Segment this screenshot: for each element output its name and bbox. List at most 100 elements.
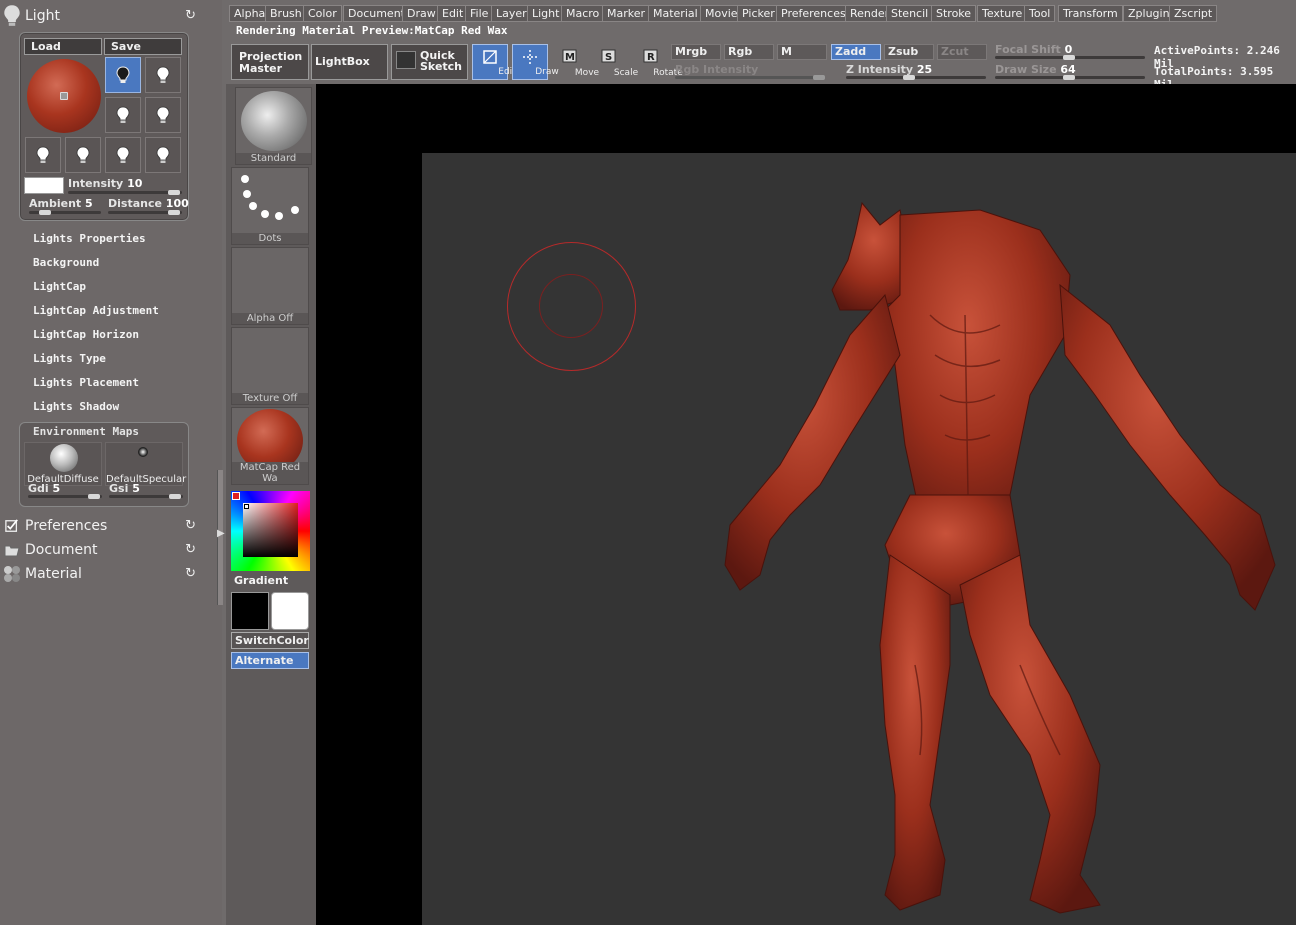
light-palette-header[interactable]: Light ↻ xyxy=(0,5,210,27)
z-intensity-knob[interactable] xyxy=(903,75,915,80)
menu-background[interactable]: Background xyxy=(33,256,99,269)
menu-tool[interactable]: Tool xyxy=(1024,5,1056,22)
menu-layer[interactable]: Layer xyxy=(491,5,532,22)
gsi-slider[interactable]: Gsi 5 xyxy=(109,482,140,495)
stroke-selector[interactable]: Dots xyxy=(231,167,309,245)
focal-shift-slider[interactable]: Focal Shift 0 xyxy=(995,43,1072,56)
mrgb-button[interactable]: Mrgb xyxy=(671,44,721,60)
default-diffuse-map[interactable]: DefaultDiffuse xyxy=(24,442,102,486)
menu-edit[interactable]: Edit xyxy=(437,5,469,22)
light-slot-1[interactable] xyxy=(105,57,141,93)
collapse-arrow-icon[interactable]: ▶ xyxy=(217,524,225,544)
brush-selector[interactable]: Standard xyxy=(235,87,312,165)
main-color-swatch[interactable] xyxy=(232,492,240,500)
light-slot-6[interactable] xyxy=(65,137,101,173)
ambient-knob[interactable] xyxy=(39,210,51,215)
intensity-slider[interactable]: Intensity 10 xyxy=(68,177,142,190)
rgb-intensity-track[interactable] xyxy=(675,75,825,80)
menu-macro[interactable]: Macro xyxy=(561,5,605,22)
rgb-intensity-knob[interactable] xyxy=(813,75,825,80)
edit-mode-button[interactable]: Edit xyxy=(472,44,516,80)
ambient-track[interactable] xyxy=(29,210,101,215)
texture-selector[interactable]: Texture Off xyxy=(231,327,309,405)
material-selector[interactable]: MatCap Red Wa xyxy=(231,407,309,485)
light-slot-8[interactable] xyxy=(145,137,181,173)
menu-lightcap-adjustment[interactable]: LightCap Adjustment xyxy=(33,304,159,317)
menu-color[interactable]: Color xyxy=(303,5,342,22)
focal-shift-track[interactable] xyxy=(995,55,1145,60)
color-picker[interactable] xyxy=(231,491,310,571)
m-button[interactable]: M xyxy=(777,44,827,60)
draw-size-knob[interactable] xyxy=(1063,75,1075,80)
alternate-button[interactable]: Alternate xyxy=(231,652,309,669)
rgb-button[interactable]: Rgb xyxy=(724,44,774,60)
light-slot-7[interactable] xyxy=(105,137,141,173)
light-position-handle[interactable] xyxy=(60,92,68,100)
menu-brush[interactable]: Brush xyxy=(265,5,307,22)
default-specular-map[interactable]: DefaultSpecular xyxy=(105,442,186,486)
menu-marker[interactable]: Marker xyxy=(602,5,651,22)
menu-lightcap-horizon[interactable]: LightCap Horizon xyxy=(33,328,139,341)
rgb-intensity-slider[interactable]: Rgb Intensity xyxy=(675,63,758,76)
menu-lights-shadow[interactable]: Lights Shadow xyxy=(33,400,119,413)
light-slot-3[interactable] xyxy=(105,97,141,133)
menu-transform[interactable]: Transform xyxy=(1058,5,1123,22)
menu-texture[interactable]: Texture xyxy=(977,5,1028,22)
menu-draw[interactable]: Draw xyxy=(402,5,441,22)
color-picker-cursor[interactable] xyxy=(244,504,249,509)
gsi-knob[interactable] xyxy=(169,494,181,499)
z-intensity-slider[interactable]: Z Intensity 25 xyxy=(846,63,932,76)
distance-knob[interactable] xyxy=(168,210,180,215)
light-slot-2[interactable] xyxy=(145,57,181,93)
menu-zplugin[interactable]: Zplugin xyxy=(1123,5,1175,22)
menu-stencil[interactable]: Stencil xyxy=(886,5,934,22)
draw-mode-button[interactable]: Draw xyxy=(512,44,559,80)
menu-light[interactable]: Light xyxy=(527,5,565,22)
light-slot-5[interactable] xyxy=(25,137,61,173)
material-palette-header[interactable]: Material ↻ xyxy=(0,563,210,585)
distance-track[interactable] xyxy=(108,210,182,215)
lightbox-button[interactable]: LightBox xyxy=(311,44,388,80)
switch-color-button[interactable]: SwitchColor xyxy=(231,632,309,649)
draw-size-track[interactable] xyxy=(995,75,1145,80)
werewolf-sculpt[interactable] xyxy=(700,195,1290,920)
menu-material[interactable]: Material xyxy=(648,5,703,22)
focal-shift-knob[interactable] xyxy=(1063,55,1075,60)
refresh-icon[interactable]: ↻ xyxy=(185,542,196,557)
gdi-knob[interactable] xyxy=(88,494,100,499)
menu-stroke[interactable]: Stroke xyxy=(931,5,977,22)
ambient-slider[interactable]: Ambient 5 xyxy=(29,197,93,210)
projection-master-button[interactable]: Projection Master xyxy=(231,44,309,80)
primary-color-swatch[interactable] xyxy=(231,592,269,630)
save-button[interactable]: Save xyxy=(104,38,182,55)
secondary-color-swatch[interactable] xyxy=(271,592,309,630)
intensity-knob[interactable] xyxy=(168,190,180,195)
intensity-track[interactable] xyxy=(68,190,182,195)
alpha-selector[interactable]: Alpha Off xyxy=(231,247,309,325)
menu-file[interactable]: File xyxy=(465,5,494,22)
preferences-palette-header[interactable]: Preferences ↻ xyxy=(0,515,210,537)
zadd-button[interactable]: Zadd xyxy=(831,44,881,60)
document-palette-header[interactable]: Document ↻ xyxy=(0,539,210,561)
light-position-sphere[interactable] xyxy=(27,59,101,133)
menu-lights-type[interactable]: Lights Type xyxy=(33,352,106,365)
menu-document[interactable]: Document xyxy=(343,5,410,22)
load-button[interactable]: Load xyxy=(24,38,102,55)
rotate-mode-button[interactable]: R Rotate xyxy=(632,44,683,80)
light-color-swatch[interactable] xyxy=(24,177,64,194)
menu-lights-properties[interactable]: Lights Properties xyxy=(33,232,146,245)
scale-mode-button[interactable]: S Scale xyxy=(590,44,638,80)
menu-preferences[interactable]: Preferences xyxy=(776,5,851,22)
refresh-icon[interactable]: ↻ xyxy=(185,566,196,581)
menu-picker[interactable]: Picker xyxy=(737,5,780,22)
menu-lights-placement[interactable]: Lights Placement xyxy=(33,376,139,389)
z-intensity-track[interactable] xyxy=(846,75,986,80)
refresh-icon[interactable]: ↻ xyxy=(185,8,196,23)
move-mode-button[interactable]: M Move xyxy=(551,44,599,80)
distance-slider[interactable]: Distance 100 xyxy=(108,197,189,210)
gdi-slider[interactable]: Gdi 5 xyxy=(28,482,60,495)
color-saturation-square[interactable] xyxy=(243,503,298,557)
menu-zscript[interactable]: Zscript xyxy=(1169,5,1218,22)
refresh-icon[interactable]: ↻ xyxy=(185,518,196,533)
menu-lightcap[interactable]: LightCap xyxy=(33,280,86,293)
